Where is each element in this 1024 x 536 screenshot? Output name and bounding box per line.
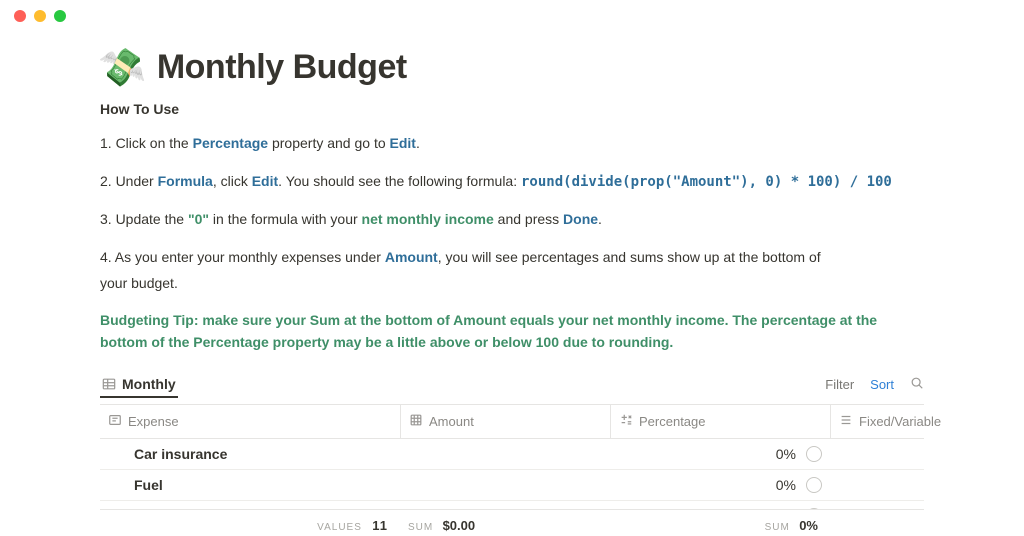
column-expense[interactable]: Expense — [100, 405, 400, 438]
sum-percent-label: SUM — [765, 522, 790, 533]
expense-cell[interactable]: Car insurance — [100, 439, 400, 469]
instruction-4b: your budget. — [100, 273, 924, 295]
done-link[interactable]: Done — [563, 211, 598, 227]
instruction-3: 3. Update the "0" in the formula with yo… — [100, 209, 924, 231]
edit-link[interactable]: Edit — [390, 135, 416, 151]
column-fixed-variable[interactable]: Fixed/Variable — [830, 405, 949, 438]
instruction-1: 1. Click on the Percentage property and … — [100, 133, 924, 155]
table-footer: VALUES 11 SUM $0.00 SUM 0% — [100, 509, 924, 533]
title-property-icon — [108, 413, 122, 430]
filter-button[interactable]: Filter — [825, 377, 854, 392]
money-icon: 💸 — [97, 46, 147, 89]
select-property-icon — [839, 413, 853, 430]
how-to-use-heading: How To Use — [100, 101, 924, 117]
amount-cell[interactable] — [400, 501, 610, 509]
formula-code: round(divide(prop("Amount"), 0) * 100) /… — [521, 174, 892, 190]
search-icon[interactable] — [910, 376, 924, 393]
window-traffic-lights — [14, 10, 66, 22]
sort-button[interactable]: Sort — [870, 377, 894, 392]
page-title: Monthly Budget — [157, 48, 407, 87]
sum-percent-value: 0% — [799, 518, 818, 533]
column-amount[interactable]: Amount — [400, 405, 610, 438]
table-row[interactable]: Car insurance 0% — [100, 439, 924, 470]
formula-link[interactable]: Formula — [158, 173, 213, 189]
formula-property-icon — [619, 413, 633, 430]
page-body: 💸 Monthly Budget How To Use 1. Click on … — [0, 0, 1024, 533]
net-monthly-income: net monthly income — [362, 211, 494, 227]
close-icon[interactable] — [14, 10, 26, 22]
zero-token: "0" — [188, 211, 209, 227]
table-rows: Car insurance 0% Fuel 0% Groceries 0% — [100, 439, 924, 509]
page-title-row: 💸 Monthly Budget — [100, 48, 924, 87]
sum-amount-label: SUM — [408, 522, 433, 533]
expense-cell[interactable]: Groceries — [100, 501, 400, 509]
fixed-variable-cell[interactable] — [830, 501, 924, 509]
percentage-link[interactable]: Percentage — [193, 135, 268, 151]
values-count: 11 — [372, 518, 388, 533]
table-icon — [102, 377, 116, 391]
tab-monthly-label: Monthly — [122, 376, 176, 392]
amount-cell[interactable] — [400, 439, 610, 469]
maximize-icon[interactable] — [54, 10, 66, 22]
table-row[interactable]: Groceries 0% — [100, 501, 924, 509]
number-property-icon — [409, 413, 423, 430]
sum-amount-value: $0.00 — [443, 518, 476, 533]
column-headers: Expense Amount Percentage Fixed/Variable — [100, 405, 924, 439]
amount-cell[interactable] — [400, 470, 610, 500]
amount-link[interactable]: Amount — [385, 249, 438, 265]
progress-ring-icon — [806, 446, 822, 462]
budgeting-tip: Budgeting Tip: make sure your Sum at the… — [100, 310, 924, 353]
fixed-variable-cell[interactable] — [830, 470, 924, 500]
table-row[interactable]: Fuel 0% — [100, 470, 924, 501]
progress-ring-icon — [806, 477, 822, 493]
tab-monthly[interactable]: Monthly — [100, 372, 178, 398]
column-percentage-label: Percentage — [639, 414, 706, 429]
percentage-cell[interactable]: 0% — [610, 501, 830, 509]
instruction-4a: 4. As you enter your monthly expenses un… — [100, 247, 924, 269]
instruction-2: 2. Under Formula, click Edit. You should… — [100, 171, 924, 194]
progress-ring-icon — [806, 508, 822, 509]
expense-cell[interactable]: Fuel — [100, 470, 400, 500]
column-fixed-label: Fixed/Variable — [859, 414, 941, 429]
values-label: VALUES — [317, 522, 362, 533]
database-header: Monthly Filter Sort — [100, 372, 924, 405]
percentage-cell[interactable]: 0% — [610, 470, 830, 500]
fixed-variable-cell[interactable] — [830, 439, 924, 469]
column-expense-label: Expense — [128, 414, 179, 429]
column-amount-label: Amount — [429, 414, 474, 429]
column-percentage[interactable]: Percentage — [610, 405, 830, 438]
percentage-cell[interactable]: 0% — [610, 439, 830, 469]
minimize-icon[interactable] — [34, 10, 46, 22]
edit-link-2[interactable]: Edit — [252, 173, 278, 189]
